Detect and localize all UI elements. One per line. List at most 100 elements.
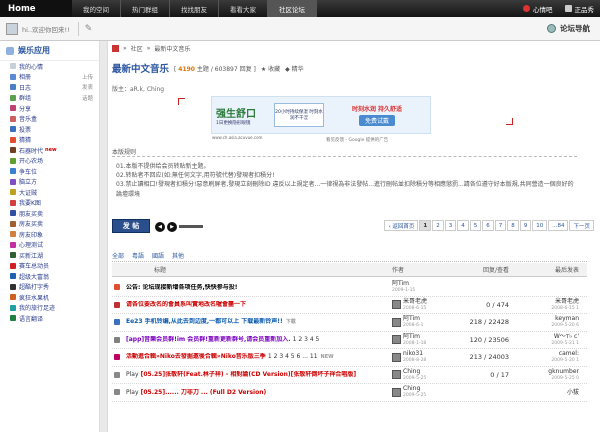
- sidebar-item[interactable]: 群组 话题: [0, 93, 99, 104]
- sidebar-item[interactable]: 日志 发表: [0, 82, 99, 93]
- pager-page[interactable]: 10: [532, 220, 548, 231]
- sidebar-item[interactable]: 音乐盒: [0, 114, 99, 125]
- sidebar-item[interactable]: 疯狂水果机: [0, 292, 99, 303]
- sidebar-item[interactable]: 超级大富翁: [0, 271, 99, 282]
- avatar[interactable]: [6, 22, 18, 35]
- topic-author[interactable]: Ching 2009-5-25: [392, 368, 447, 382]
- topic-author[interactable]: 阿Tim 2008-6-1: [392, 315, 447, 329]
- sidebar-item[interactable]: 房友买卖: [0, 219, 99, 230]
- sidebar-item[interactable]: 脑立方: [0, 177, 99, 188]
- home-icon[interactable]: [112, 44, 119, 52]
- breadcrumb-community[interactable]: 社区: [131, 44, 143, 53]
- forum-nav-button[interactable]: 论坛导航: [547, 23, 590, 34]
- sidebar-item[interactable]: 大证贼: [0, 187, 99, 198]
- sidebar-item[interactable]: 超酷打字秀: [0, 282, 99, 293]
- prev-icon[interactable]: ◀: [155, 221, 165, 232]
- nav-hot-groups[interactable]: 热门群组: [121, 0, 170, 17]
- sidebar-item[interactable]: 猜猜: [0, 135, 99, 146]
- ad-attribution[interactable]: 看见反馈 - Google 提供的广告: [326, 137, 388, 143]
- last-post[interactable]: gknumber 2009-5-25 0: [509, 368, 579, 382]
- speech-bubble-icon[interactable]: ✎: [85, 24, 93, 34]
- table-row[interactable]: Play [05.25]张敬轩(Feat.林子祥) - 相對論(CD Versi…: [112, 367, 587, 384]
- breadcrumb-forum[interactable]: 最新中文音乐: [154, 44, 190, 53]
- sidebar-item[interactable]: 石器时代 new: [0, 145, 99, 156]
- nav-look-everyone[interactable]: 看看大家: [219, 0, 268, 17]
- play-icon[interactable]: ▶: [167, 221, 177, 232]
- new-post-button[interactable]: 发 帖: [112, 219, 150, 233]
- pager-page[interactable]: 1: [419, 220, 432, 231]
- sidebar-header: 娱乐应用: [0, 41, 99, 61]
- last-post[interactable]: W～т♭ c' 2009-5-21 1: [509, 333, 579, 347]
- music-player[interactable]: ◀ ▶: [155, 220, 203, 233]
- pager-page[interactable]: 3: [444, 220, 457, 231]
- pager-page[interactable]: 5: [469, 220, 482, 231]
- table-row[interactable]: Play [05.25]...... 刀非刀 ... (Full D2 Vers…: [112, 384, 587, 402]
- digest-button[interactable]: ◆ 精华: [285, 64, 304, 73]
- sidebar-item[interactable]: 我的心情: [0, 61, 99, 72]
- pager-page[interactable]: 7: [494, 220, 507, 231]
- mood-bar-link[interactable]: 心情吧: [523, 4, 553, 14]
- sidebar-item[interactable]: 分享: [0, 103, 99, 114]
- last-post[interactable]: keyman 2009-5-20 6: [509, 315, 579, 329]
- last-post[interactable]: camel: 2009-5-20 1: [509, 350, 579, 364]
- genuine-show-link[interactable]: 正品秀: [564, 4, 594, 14]
- pager-prev[interactable]: ‹ 返回首页: [384, 220, 419, 231]
- sidebar-item[interactable]: 我要K图: [0, 198, 99, 209]
- sidebar-item[interactable]: 语言翻译: [0, 313, 99, 324]
- topic-author[interactable]: niko31 2008-8-28: [392, 350, 447, 364]
- sidebar-item[interactable]: 争车位: [0, 166, 99, 177]
- sidebar-item-label: 心理测试: [19, 242, 44, 250]
- sidebar-item[interactable]: 投票: [0, 124, 99, 135]
- topic-title[interactable]: 请各位要改名的會員系叫實地改名喔會盡一下: [122, 301, 392, 309]
- topic-title[interactable]: Ee23 手机铃编,从此去到边度,一都可以上 下载最新铃声!! 下载: [122, 318, 392, 327]
- sidebar-item-action[interactable]: 话题: [82, 94, 93, 102]
- sidebar-item[interactable]: 心理测试: [0, 240, 99, 251]
- tab-mandarin[interactable]: 國語: [152, 251, 164, 260]
- topic-title[interactable]: Play [05.25]...... 刀非刀 ... (Full D2 Vers…: [122, 389, 392, 397]
- sidebar-item[interactable]: 赛车总动员: [0, 261, 99, 272]
- pager-next[interactable]: 下一页: [569, 220, 594, 231]
- tab-cantonese[interactable]: 粤語: [132, 251, 144, 260]
- table-row[interactable]: [app]音樂会员群!im 会员群!重新更新群号,请会员重新加入. 1 2 3 …: [112, 332, 587, 349]
- last-post[interactable]: 米哥老虎 2008-6-15 1: [509, 298, 579, 312]
- nav-find-friends[interactable]: 找找朋友: [170, 0, 219, 17]
- topic-author[interactable]: 阿Tim 2009-1-15: [392, 280, 447, 294]
- sidebar-item[interactable]: 相册 上传: [0, 72, 99, 83]
- progress-bar[interactable]: [179, 225, 203, 228]
- sidebar-item[interactable]: 开心农场: [0, 156, 99, 167]
- sidebar-item-action[interactable]: 发表: [82, 83, 93, 91]
- topic-title[interactable]: [app]音樂会员群!im 会员群!重新更新群号,请会员重新加入. 1 2 3 …: [122, 336, 392, 344]
- sidebar-item[interactable]: 朋友买卖: [0, 208, 99, 219]
- topic-author[interactable]: 阿Tim 2008-1-18: [392, 333, 447, 347]
- pager-page[interactable]: 6: [482, 220, 494, 231]
- sidebar-item-action[interactable]: 上传: [82, 73, 93, 81]
- last-post[interactable]: 小拔: [509, 389, 579, 396]
- sidebar-item[interactable]: 房友印象: [0, 229, 99, 240]
- table-row[interactable]: Ee23 手机铃编,从此去到边度,一都可以上 下载最新铃声!! 下载 阿Tim 200…: [112, 314, 587, 332]
- table-row[interactable]: 公告: 论坛现接新增各项任务,快快参与投! 阿Tim 2009-1-15: [112, 279, 587, 297]
- table-row[interactable]: 请各位要改名的會員系叫實地改名喔會盡一下 米哥老虎 2008-6-15 0 / 474…: [112, 297, 587, 314]
- pager-page[interactable]: 9: [519, 220, 532, 231]
- pager-page[interactable]: 8: [507, 220, 519, 231]
- nav-forum[interactable]: 社区论坛: [268, 0, 317, 17]
- topic-author[interactable]: 米哥老虎 2008-6-15: [392, 298, 447, 312]
- pager-page[interactable]: 4: [457, 220, 469, 231]
- table-row[interactable]: 活動進合輯»Niko去發掘邀後合輯»Niko音乐版三季 1 2 3 4 5 6 …: [112, 349, 587, 367]
- collect-button[interactable]: ★ 收藏: [261, 64, 280, 73]
- pager-page[interactable]: 2: [432, 220, 444, 231]
- ad-banner[interactable]: 强生舒口 1日更换隐形眼镜 20小时持续保湿 时刻水润不干涩 时刻水润 持久舒适免…: [211, 96, 431, 140]
- home-link[interactable]: Home: [0, 0, 72, 17]
- topic-title[interactable]: 活動進合輯»Niko去發掘邀後合輯»Niko音乐版三季 1 2 3 4 5 6 …: [122, 353, 392, 362]
- pager-page[interactable]: ...84: [548, 220, 569, 231]
- app-icon: [10, 220, 16, 227]
- sidebar-item[interactable]: 买新江湖: [0, 250, 99, 261]
- tab-other[interactable]: 其他: [172, 251, 184, 260]
- sidebar-item[interactable]: 我的旅行足迹: [0, 303, 99, 314]
- topic-title[interactable]: 公告: 论坛现接新增各项任务,快快参与投!: [122, 284, 392, 292]
- topic-author[interactable]: Ching 2009-5-25: [392, 385, 447, 399]
- nav-my-space[interactable]: 我的空间: [72, 0, 121, 17]
- ad-cta-button[interactable]: 免费试戴: [358, 115, 395, 126]
- ad-brand: 强生舒口: [216, 108, 256, 120]
- topic-title[interactable]: Play [05.25]张敬轩(Feat.林子祥) - 相對論(CD Versi…: [122, 371, 392, 379]
- tab-all[interactable]: 全部: [112, 251, 124, 260]
